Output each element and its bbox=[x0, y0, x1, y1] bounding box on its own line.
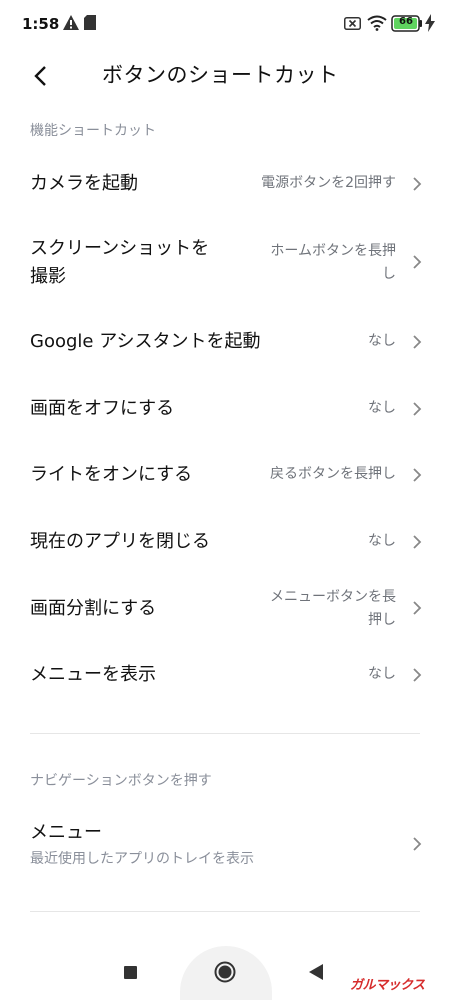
shortcut-label: Google アシスタントを起動 bbox=[30, 331, 261, 352]
shortcut-value: なし bbox=[368, 333, 396, 349]
battery-level: 66 bbox=[399, 16, 413, 27]
shortcut-value: なし bbox=[368, 400, 396, 416]
chevron-right-icon bbox=[413, 255, 422, 269]
recents-button[interactable] bbox=[124, 966, 137, 979]
shortcut-label: 画面分割にする bbox=[30, 598, 157, 619]
shortcut-label-line2: 撮影 bbox=[30, 266, 66, 287]
shortcut-value-line1: メニューボタンを長 bbox=[270, 589, 396, 605]
chevron-right-icon bbox=[413, 335, 422, 349]
shortcut-row-close-app[interactable]: 現在のアプリを閉じる なし bbox=[0, 518, 450, 566]
shortcut-label: ライトをオンにする bbox=[30, 464, 193, 485]
section-header-functions: 機能ショートカット bbox=[30, 123, 156, 139]
wifi-icon bbox=[367, 15, 387, 31]
no-sim-icon bbox=[344, 17, 361, 30]
shortcut-label: 画面をオフにする bbox=[30, 398, 175, 419]
page-title: ボタンのショートカット bbox=[102, 63, 339, 87]
shortcut-label: 現在のアプリを閉じる bbox=[30, 531, 210, 552]
charging-icon bbox=[425, 14, 435, 32]
status-time: 1:58 bbox=[22, 15, 60, 33]
shortcut-value-line2: 押し bbox=[368, 612, 396, 628]
shortcut-row-flashlight[interactable]: ライトをオンにする 戻るボタンを長押し bbox=[0, 451, 450, 499]
warning-icon bbox=[63, 15, 79, 30]
shortcut-label: カメラを起動 bbox=[30, 173, 138, 194]
shortcut-value: 戻るボタンを長押し bbox=[270, 466, 396, 482]
shortcut-label-line1: スクリーンショットを bbox=[30, 238, 210, 259]
section-header-navigation: ナビゲーションボタンを押す bbox=[30, 773, 212, 789]
shortcut-value: なし bbox=[368, 666, 396, 682]
shortcut-row-google-assistant[interactable]: Google アシスタントを起動 なし bbox=[0, 318, 450, 366]
divider bbox=[30, 733, 420, 734]
back-triangle-button[interactable] bbox=[309, 964, 323, 980]
chevron-right-icon bbox=[413, 668, 422, 682]
shortcut-value: 電源ボタンを2回押す bbox=[261, 175, 396, 191]
chevron-right-icon bbox=[413, 601, 422, 615]
shortcut-value-line1: ホームボタンを長押 bbox=[270, 243, 396, 259]
status-bar: 1:58 66 bbox=[0, 0, 450, 52]
nav-item-subtitle: 最近使用したアプリのトレイを表示 bbox=[30, 851, 254, 867]
watermark-logo: ガルマックス bbox=[350, 978, 425, 993]
divider bbox=[30, 911, 420, 912]
chevron-right-icon bbox=[413, 837, 422, 851]
shortcut-label: メニューを表示 bbox=[30, 664, 156, 685]
nav-row-menu[interactable]: メニュー 最近使用したアプリのトレイを表示 bbox=[0, 815, 450, 875]
shortcut-row-split-screen[interactable]: 画面分割にする メニューボタンを長 押し bbox=[0, 578, 450, 638]
shortcut-row-camera[interactable]: カメラを起動 電源ボタンを2回押す bbox=[0, 160, 450, 208]
nav-item-label: メニュー bbox=[30, 822, 102, 843]
shortcut-value-line2: し bbox=[382, 266, 396, 282]
shortcut-row-screenshot[interactable]: スクリーンショットを 撮影 ホームボタンを長押 し bbox=[0, 230, 450, 294]
chevron-left-icon bbox=[34, 66, 46, 86]
home-button[interactable] bbox=[214, 961, 236, 983]
shortcut-value: なし bbox=[368, 533, 396, 549]
chevron-right-icon bbox=[413, 535, 422, 549]
back-button[interactable] bbox=[24, 60, 56, 92]
chevron-right-icon bbox=[413, 468, 422, 482]
sd-card-icon bbox=[84, 15, 96, 30]
chevron-right-icon bbox=[413, 402, 422, 416]
shortcut-row-screen-off[interactable]: 画面をオフにする なし bbox=[0, 385, 450, 433]
shortcut-row-show-menu[interactable]: メニューを表示 なし bbox=[0, 651, 450, 699]
chevron-right-icon bbox=[413, 177, 422, 191]
